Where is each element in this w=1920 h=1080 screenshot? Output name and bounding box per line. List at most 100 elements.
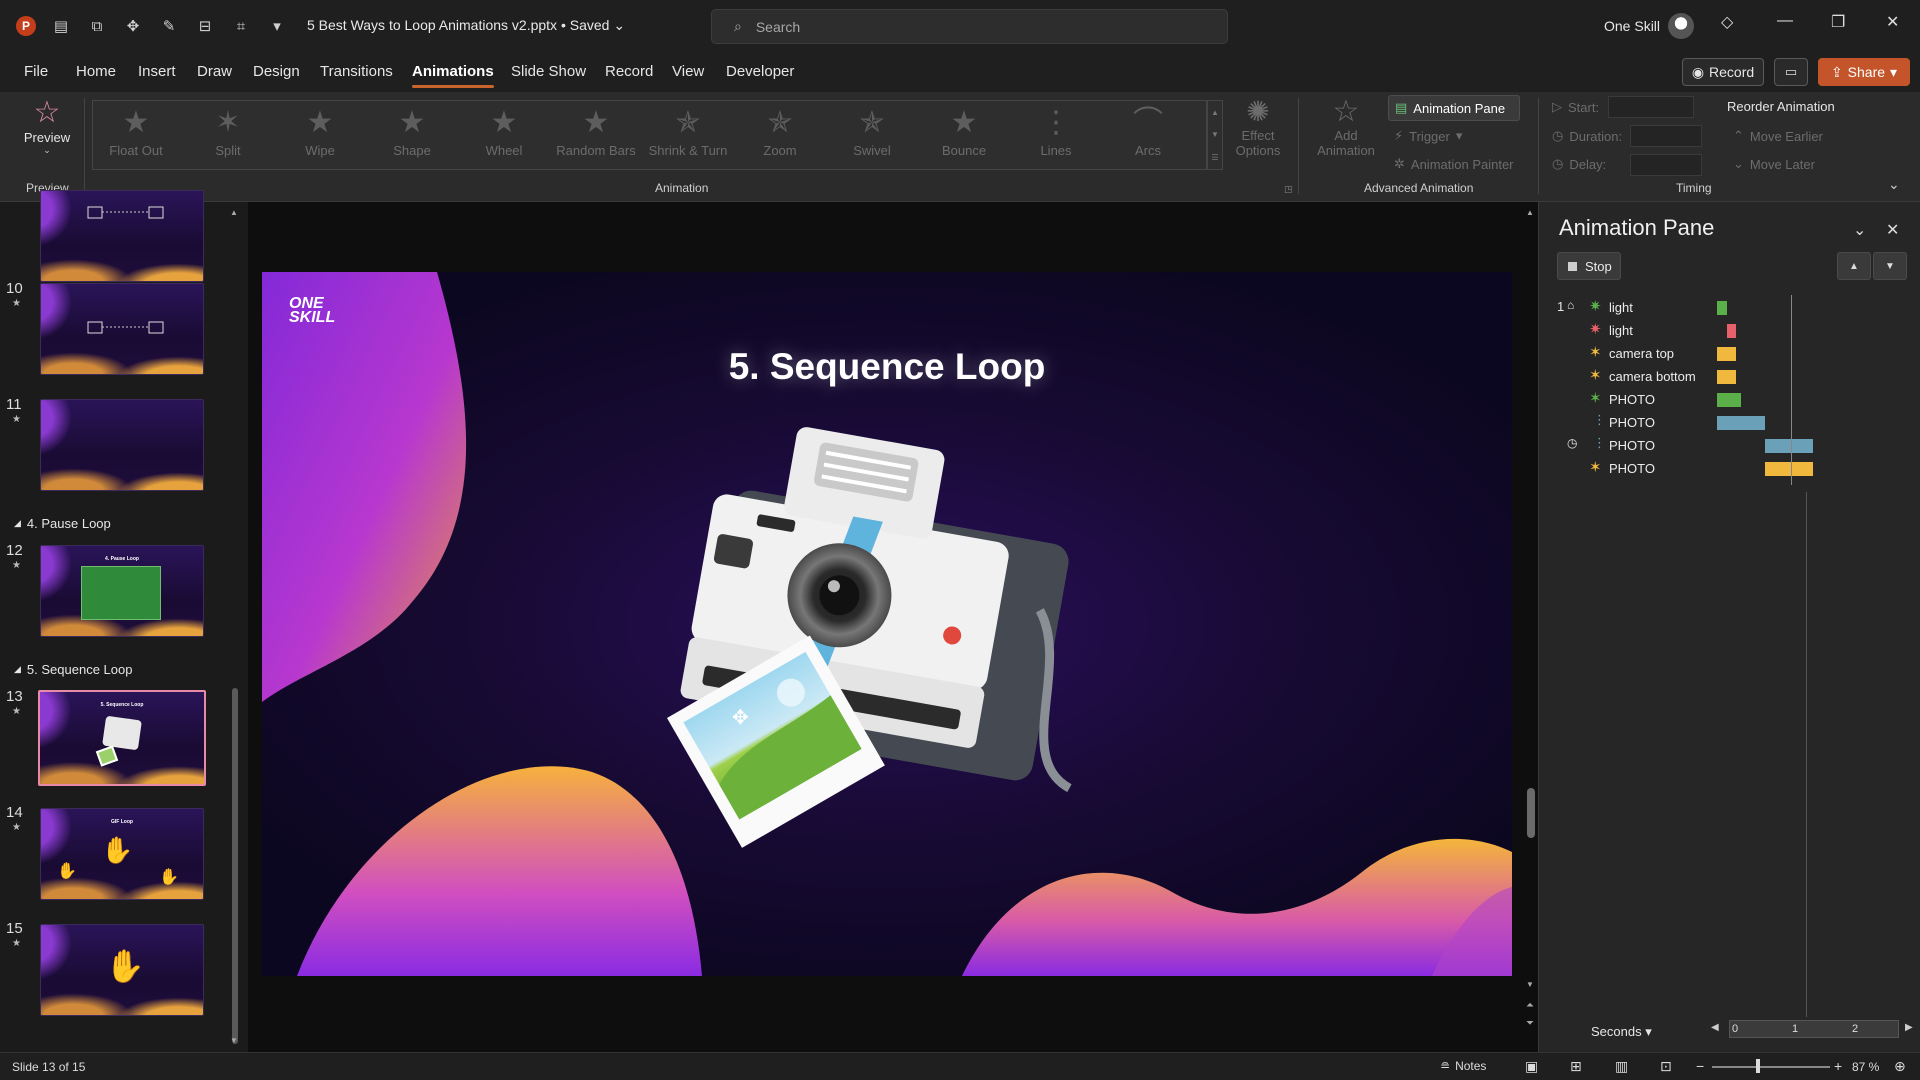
scroll-down-icon[interactable]: ▼ [230,1036,238,1045]
normal-view-icon[interactable]: ▣ [1525,1058,1538,1075]
crop-icon[interactable]: ⌗ [230,18,252,35]
animation-painter-button[interactable]: ✲ Animation Painter [1394,156,1514,172]
gallery-more-icon[interactable]: ☰ [1211,153,1218,162]
move-earlier-button[interactable]: ⌃ Move Earlier [1733,128,1823,144]
scroll-up-icon[interactable]: ▲ [230,208,238,217]
format-icon[interactable]: ▤ [50,17,72,35]
animation-pane-button[interactable]: ▤ Animation Pane [1388,95,1520,121]
arrange-icon[interactable]: ⧉ [86,18,108,35]
tab-record[interactable]: Record [605,63,653,80]
pane-options-icon[interactable]: ⌄ [1853,220,1866,240]
next-slide-icon[interactable]: ⏷ [1526,1018,1534,1029]
tab-transitions[interactable]: Transitions [320,63,393,80]
comments-button[interactable]: ▭ [1774,58,1808,86]
animation-lines[interactable]: ⋮ Lines [1014,107,1098,159]
document-title[interactable]: 5 Best Ways to Loop Animations v2.pptx •… [307,17,625,34]
delay-input[interactable] [1630,154,1702,176]
slide-thumbnail-10[interactable] [40,283,204,375]
scroll-thumb[interactable] [232,688,238,1044]
animation-shape[interactable]: ★ Shape [370,107,454,159]
slide-thumbnail-12[interactable]: 4. Pause Loop [40,545,204,637]
tab-insert[interactable]: Insert [138,63,176,80]
animation-shrink-turn[interactable]: ✯ Shrink & Turn [646,107,730,159]
gallery-scroll[interactable]: ▲ ▼ ☰ [1207,100,1223,170]
user-name[interactable]: One Skill [1604,18,1660,34]
animation-arcs[interactable]: ⌒ Arcs [1106,107,1190,159]
timeline-right-icon[interactable]: ▶ [1905,1022,1913,1033]
stop-button[interactable]: Stop [1557,252,1621,280]
animation-row[interactable]: ✶ PHOTO [1557,457,1897,480]
close-icon[interactable]: ✕ [1886,220,1899,240]
animation-wheel[interactable]: ★ Wheel [462,107,546,159]
slide-thumbnail-9[interactable] [40,190,204,282]
slide-thumbnail-13[interactable]: 5. Sequence Loop [38,690,206,786]
tab-design[interactable]: Design [253,63,300,80]
align-icon[interactable]: ⊟ [194,17,216,35]
zoom-level[interactable]: 87 % [1852,1060,1879,1074]
trigger-button[interactable]: ⚡ Trigger ▾ [1394,128,1462,144]
slide-sorter-icon[interactable]: ⊞ [1570,1058,1582,1075]
animation-row[interactable]: 1 ⌂ ✷ light [1557,296,1897,319]
animation-row[interactable]: ✶ camera top [1557,342,1897,365]
fit-to-window-icon[interactable]: ⊕ [1894,1058,1906,1075]
animation-zoom[interactable]: ✯ Zoom [738,107,822,159]
slide-thumbnail-15[interactable]: ✋ [40,924,204,1016]
slide-title[interactable]: 5. Sequence Loop [262,346,1512,388]
gallery-up-icon[interactable]: ▲ [1211,108,1219,117]
section-header-sequence-loop[interactable]: ◢ 5. Sequence Loop [14,662,132,677]
animation-row[interactable]: ◷ ⋮ PHOTO [1557,434,1897,457]
premium-diamond-icon[interactable]: ◇ [1721,12,1733,32]
canvas-scrollbar[interactable]: ▲ ▼ ⏶ ⏷ [1526,208,1536,1029]
current-slide[interactable]: ✥ ONE SKILL 5. Sequence Loop [262,272,1512,976]
zoom-slider[interactable] [1712,1066,1830,1068]
customize-qat-icon[interactable]: ▾ [266,17,288,35]
share-button[interactable]: ⇪ Share ▾ [1818,58,1910,86]
record-button[interactable]: ◉ Record [1682,58,1764,86]
animation-swivel[interactable]: ✯ Swivel [830,107,914,159]
gallery-down-icon[interactable]: ▼ [1211,130,1219,139]
move-later-button[interactable]: ⌄ Move Later [1733,156,1815,172]
move-up-button[interactable]: ▲ [1837,252,1871,280]
timeline-left-icon[interactable]: ◀ [1711,1022,1719,1033]
reading-view-icon[interactable]: ▥ [1615,1058,1628,1075]
scroll-down-icon[interactable]: ▼ [1526,980,1534,989]
tab-home[interactable]: Home [76,63,116,80]
animation-row[interactable]: ✶ PHOTO [1557,388,1897,411]
tab-animations[interactable]: Animations [412,63,494,88]
move-icon[interactable]: ✥ [122,17,144,35]
slide-thumbnail-14[interactable]: GIF Loop ✋ ✋ ✋ [40,808,204,900]
zoom-in-icon[interactable]: + [1834,1058,1842,1074]
animation-random-bars[interactable]: ★ Random Bars [554,107,638,159]
minimize-icon[interactable]: — [1777,12,1793,30]
tab-view[interactable]: View [672,63,704,80]
slide-thumbnail-11[interactable] [40,399,204,491]
tab-slide-show[interactable]: Slide Show [511,63,586,80]
section-header-pause-loop[interactable]: ◢ 4. Pause Loop [14,516,111,531]
close-icon[interactable]: ✕ [1886,12,1899,32]
search-input[interactable]: ⌕ Search [711,9,1228,44]
animation-row[interactable]: ✶ camera bottom [1557,365,1897,388]
add-animation-button[interactable]: ☆ Add Animation [1306,96,1386,159]
start-dropdown[interactable] [1608,96,1694,118]
animation-wipe[interactable]: ★ Wipe [278,107,362,159]
restore-icon[interactable]: ❐ [1831,12,1845,32]
collapse-ribbon-icon[interactable]: ⌄ [1888,176,1900,193]
animation-float-out[interactable]: ★ Float Out [94,107,178,159]
thumbnail-scrollbar[interactable]: ▲ ▼ [230,208,240,1046]
draw-icon[interactable]: ✎ [158,17,180,35]
dialog-launcher-icon[interactable]: ◳ [1284,184,1293,195]
tab-draw[interactable]: Draw [197,63,232,80]
avatar[interactable] [1668,13,1694,39]
slide-show-icon[interactable]: ⊡ [1660,1058,1672,1075]
duration-input[interactable] [1630,125,1702,147]
effect-options-button[interactable]: ✺ Effect Options [1228,96,1288,158]
tab-file[interactable]: File [24,63,48,80]
seconds-dropdown[interactable]: Seconds ▾ [1591,1024,1652,1040]
tab-developer[interactable]: Developer [726,63,794,80]
timeline-ruler[interactable]: 0 1 2 [1729,1020,1899,1038]
move-down-button[interactable]: ▼ [1873,252,1907,280]
zoom-out-icon[interactable]: − [1696,1058,1704,1074]
zoom-slider-handle[interactable] [1756,1059,1760,1073]
animation-bounce[interactable]: ★ Bounce [922,107,1006,159]
preview-button[interactable]: ☆ Preview ⌄ [20,96,74,156]
